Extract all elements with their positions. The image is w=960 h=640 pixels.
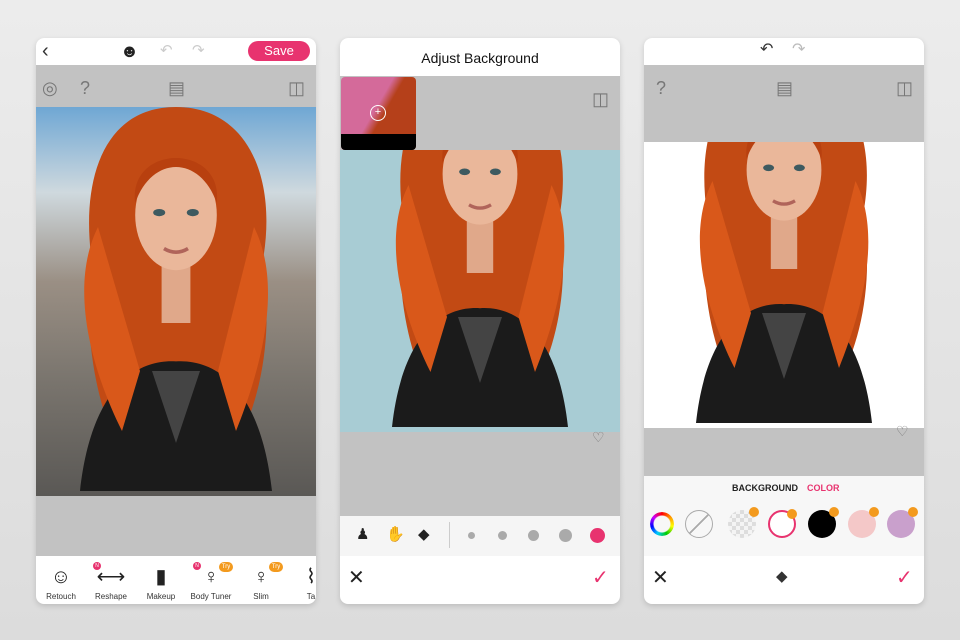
portrait-figure — [696, 142, 872, 423]
undo-icon[interactable]: ↶ — [160, 43, 173, 58]
restore-brush-icon[interactable]: ✋ — [386, 527, 405, 542]
document-icon[interactable]: ▤ — [168, 79, 185, 97]
tool-makeup[interactable]: ▮ Makeup — [133, 562, 189, 601]
confirm-check-icon[interactable]: ✓ — [592, 568, 609, 588]
try-badge: Try — [219, 562, 233, 572]
portrait-figure — [392, 150, 568, 427]
tab-background[interactable]: BACKGROUND — [732, 483, 798, 493]
document-icon[interactable]: ▤ — [776, 79, 793, 97]
no-color-swatch[interactable] — [685, 510, 713, 538]
eraser-icon[interactable]: ◆ — [776, 569, 788, 584]
face-retouch-icon: ☺ — [50, 566, 72, 588]
thumbnail-preview[interactable]: + — [341, 77, 416, 150]
tool-bar: ☺ Retouch ⟷ Reshape N ▮ Makeup ♀ Body Tuner N Try ♀… — [36, 556, 316, 604]
editor-screen: ‹ ☻ ↶ ↷ Save ◎ ? ▤ ◫ ☺ Retouch ⟷ Reshape N ▮ M… — [36, 38, 316, 604]
person-icon[interactable]: ♟ — [356, 527, 369, 542]
tool-slim[interactable]: ♀ Slim Try — [233, 562, 289, 601]
help-icon[interactable]: ? — [656, 79, 666, 97]
brush-size-3[interactable] — [528, 530, 539, 541]
help-icon[interactable]: ? — [80, 79, 90, 97]
compare-icon[interactable]: ◫ — [288, 79, 305, 97]
photo-canvas[interactable] — [36, 107, 316, 496]
brush-size-1[interactable] — [468, 532, 475, 539]
brush-toolbar: ♟ ✋ ◆ — [340, 516, 620, 556]
tall-icon: ⌇ — [306, 566, 316, 588]
tool-label: Slim — [253, 592, 269, 601]
tool-label: Ta — [306, 592, 316, 601]
adjust-background-screen: Adjust Background + ◫ ♡ ♟ ✋ ◆ ✕ ✓ — [340, 38, 620, 604]
screen-title: Adjust Background — [340, 38, 620, 76]
back-icon[interactable]: ‹ — [42, 41, 49, 61]
portrait-figure — [80, 107, 272, 491]
tool-retouch[interactable]: ☺ Retouch — [36, 562, 89, 601]
bottom-bar: ✕ ✓ — [340, 556, 620, 604]
redo-icon[interactable]: ↷ — [192, 43, 205, 58]
brush-size-5[interactable] — [590, 528, 605, 543]
tool-label: Reshape — [94, 592, 128, 601]
face-add-icon[interactable]: ☻ — [120, 42, 139, 60]
color-picker-icon[interactable] — [650, 512, 674, 536]
photo-canvas[interactable] — [340, 150, 620, 432]
top-bar: ↶ ↷ — [644, 38, 924, 65]
crown-icon — [787, 509, 797, 519]
tab-color[interactable]: COLOR — [807, 483, 840, 493]
crown-icon — [908, 507, 918, 517]
top-bar: ‹ ☻ ↶ ↷ Save — [36, 38, 316, 65]
bottom-bar: ✕ ◆ ✓ — [644, 556, 924, 604]
pink-swatch[interactable] — [848, 507, 879, 538]
reshape-icon: ⟷ — [96, 566, 126, 588]
transparent-swatch[interactable] — [728, 507, 759, 538]
tool-body-tuner[interactable]: ♀ Body Tuner N Try — [183, 562, 239, 601]
lipstick-icon: ▮ — [155, 566, 167, 588]
heart-add-icon[interactable]: ♡ — [592, 430, 605, 444]
brush-size-2[interactable] — [498, 531, 507, 540]
white-swatch[interactable] — [768, 509, 797, 538]
tool-label: Body Tuner — [190, 592, 232, 601]
try-badge: Try — [269, 562, 283, 572]
crown-icon — [749, 507, 759, 517]
photo-canvas[interactable] — [644, 142, 924, 428]
crown-icon — [869, 507, 879, 517]
redo-icon[interactable]: ↷ — [792, 42, 805, 58]
tool-label: Makeup — [146, 592, 176, 601]
compare-icon[interactable]: ◫ — [896, 79, 913, 97]
undo-icon[interactable]: ↶ — [760, 42, 773, 58]
new-badge: N — [93, 562, 101, 570]
close-icon[interactable]: ✕ — [652, 568, 669, 588]
heart-add-icon[interactable]: ♡ — [896, 424, 909, 438]
tool-ta[interactable]: ⌇ Ta — [283, 562, 316, 601]
add-icon[interactable]: + — [370, 105, 386, 121]
tool-label: Retouch — [46, 592, 76, 601]
new-badge: N — [193, 562, 201, 570]
purple-swatch[interactable] — [887, 507, 918, 538]
black-swatch[interactable] — [808, 507, 839, 538]
brush-size-4[interactable] — [559, 529, 572, 542]
color-panel: BACKGROUND COLOR — [644, 476, 924, 556]
crown-icon — [829, 507, 839, 517]
close-icon[interactable]: ✕ — [348, 568, 365, 588]
background-color-screen: ↶ ↷ ? ▤ ◫ ♡ BACKGROUND COLOR ✕ ◆ ✓ — [644, 38, 924, 604]
global-touch-icon[interactable]: ◎ — [42, 79, 58, 97]
tool-reshape[interactable]: ⟷ Reshape N — [83, 562, 139, 601]
compare-icon[interactable]: ◫ — [592, 90, 609, 108]
confirm-check-icon[interactable]: ✓ — [896, 568, 913, 588]
save-button[interactable]: Save — [248, 41, 310, 61]
eraser-icon[interactable]: ◆ — [418, 527, 430, 542]
